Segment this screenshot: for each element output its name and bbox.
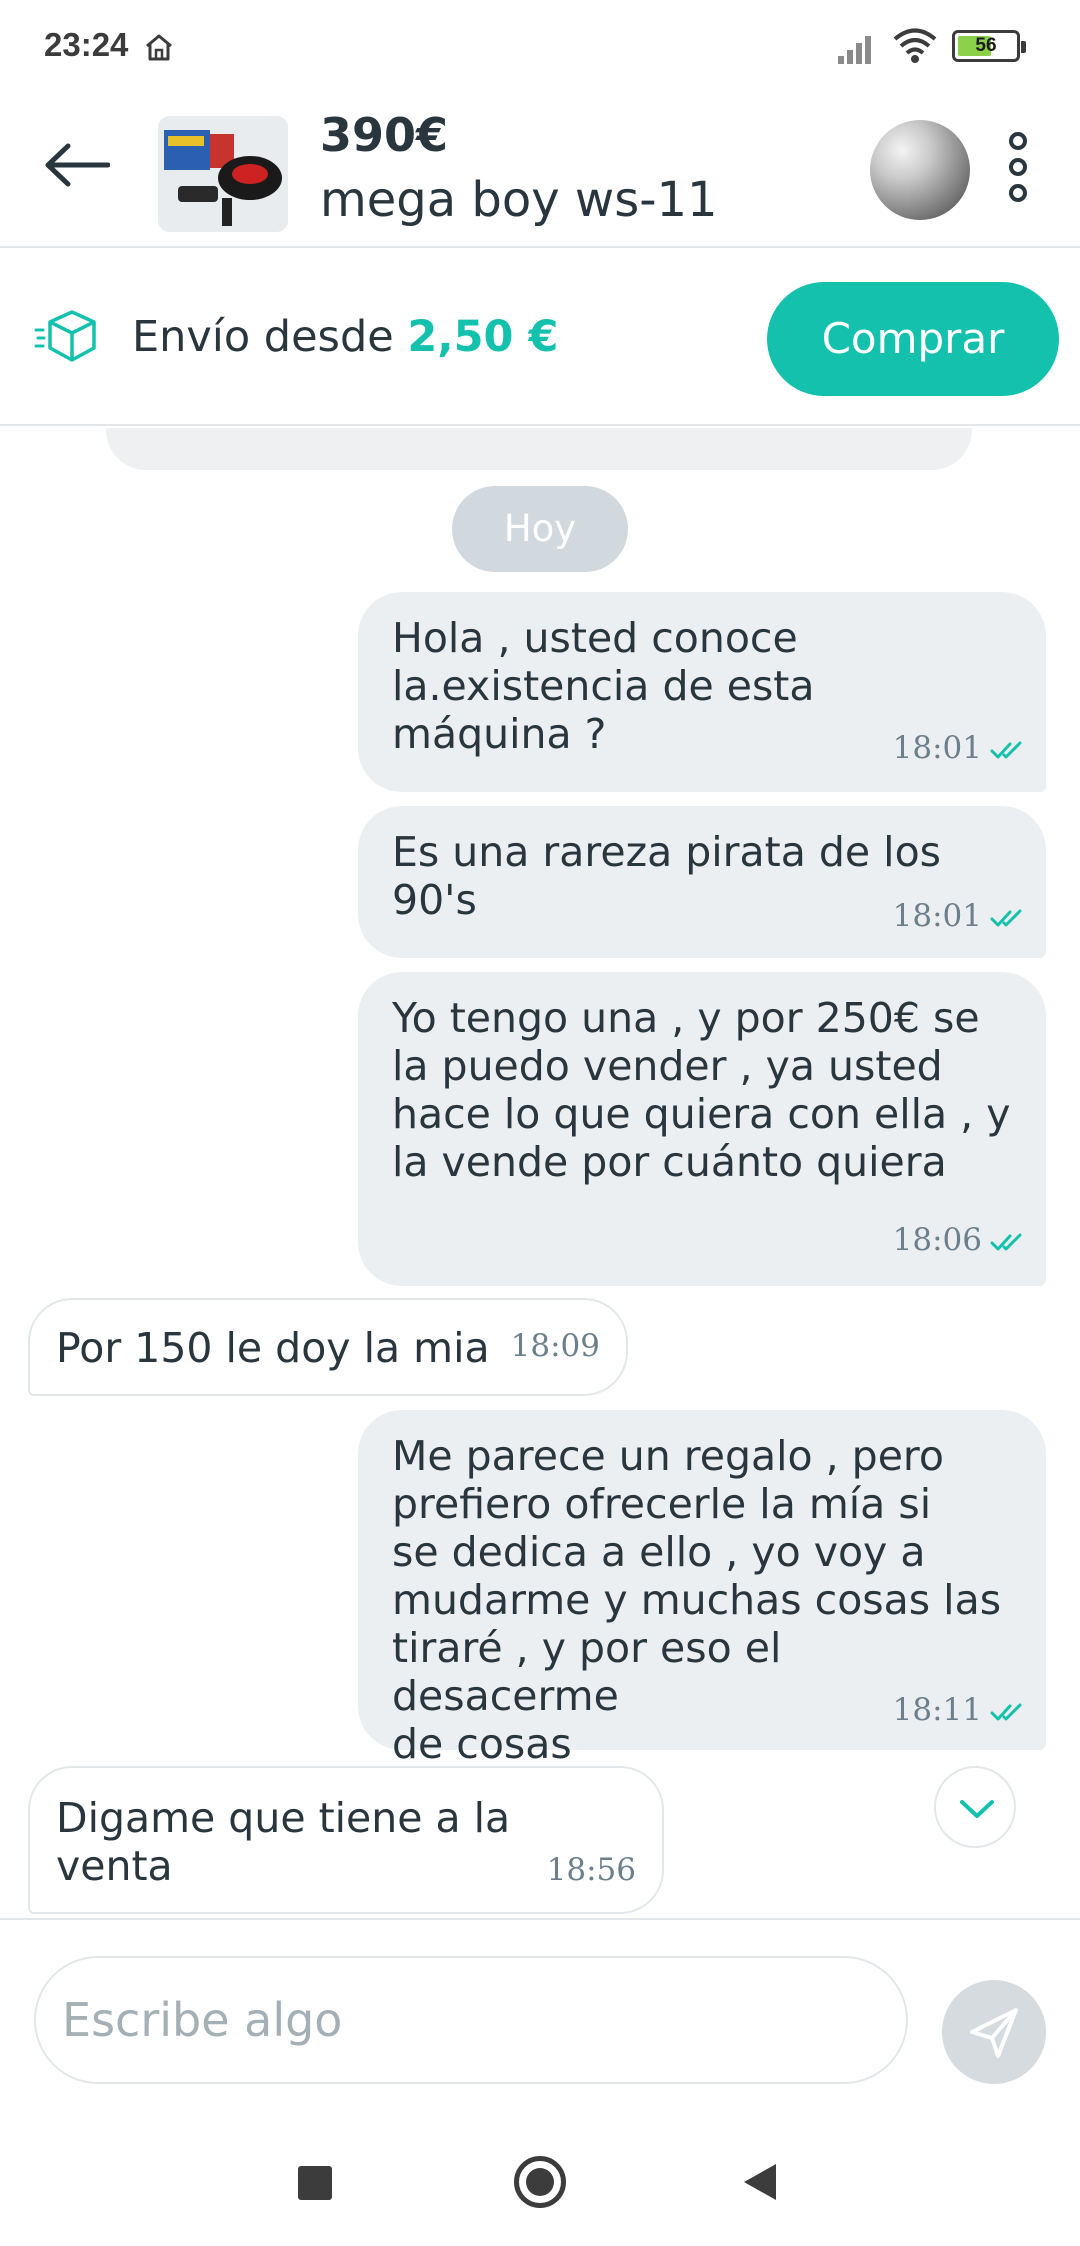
message-meta: 18:01	[893, 892, 1026, 940]
message-input[interactable]	[34, 1956, 908, 2084]
double-check-icon	[990, 909, 1022, 926]
recents-button[interactable]	[298, 2166, 332, 2200]
message-time: 18:01	[892, 730, 982, 766]
battery-level: 56	[975, 35, 997, 56]
signal-icon	[838, 36, 871, 64]
date-separator: Hoy	[452, 486, 628, 572]
home-button[interactable]	[514, 2156, 566, 2208]
arrow-left-icon[interactable]	[44, 142, 110, 188]
message-meta: 18:01	[893, 724, 1026, 772]
chevron-down-icon	[960, 1800, 994, 1818]
system-nav-bar	[0, 2110, 1080, 2246]
message-list[interactable]: Hoy Hola , usted conoce la.existencia de…	[0, 428, 1080, 1918]
message-bubble-incoming[interactable]: Por 150 le doy la mia 18:09	[28, 1298, 628, 1396]
product-thumbnail[interactable]	[158, 116, 288, 232]
product-price: 390€	[320, 108, 449, 162]
status-time: 23:24	[44, 26, 129, 63]
message-bubble-outgoing[interactable]: Yo tengo una , y por 250€ se la puedo ve…	[358, 972, 1046, 1286]
previous-message-bubble	[106, 428, 972, 470]
wifi-icon	[893, 28, 937, 63]
product-title[interactable]: mega boy ws-11	[320, 172, 718, 228]
box-icon	[34, 310, 96, 362]
shipping-price: 2,50 €	[407, 312, 559, 362]
double-check-icon	[990, 741, 1022, 758]
buy-button[interactable]: Comprar	[767, 282, 1059, 396]
kebab-menu-icon[interactable]	[1006, 132, 1030, 208]
message-meta: 18:11	[893, 1686, 1026, 1734]
message-bubble-outgoing[interactable]: Es una rareza pirata de los 90's 18:01	[358, 806, 1046, 958]
product-image	[158, 116, 288, 232]
message-composer	[0, 1918, 1080, 2098]
message-meta: 18:06	[893, 1216, 1026, 1264]
message-time: 18:06	[892, 1222, 982, 1258]
avatar[interactable]	[870, 120, 970, 220]
back-triangle-icon[interactable]	[742, 2162, 778, 2202]
message-time: 18:01	[892, 898, 982, 934]
message-bubble-outgoing[interactable]: Hola , usted conoce la.existencia de est…	[358, 592, 1046, 792]
shipping-bar: Envío desde 2,50 € Comprar	[0, 250, 1080, 426]
message-bubble-outgoing[interactable]: Me parece un regalo , pero prefiero ofre…	[358, 1410, 1046, 1768]
message-time: 18:56	[546, 1852, 636, 1888]
message-time: 18:11	[892, 1692, 982, 1728]
send-button[interactable]	[942, 1980, 1046, 2084]
status-bar: 23:24 56	[0, 0, 1080, 96]
shipping-text: Envío desde 2,50 €	[132, 312, 558, 362]
battery-icon: 56	[952, 30, 1026, 62]
message-bubble-incoming[interactable]: Digame que tiene a la venta 18:56	[28, 1766, 664, 1914]
double-check-icon	[990, 1233, 1022, 1250]
home-icon	[146, 34, 172, 61]
shipping-prefix: Envío desde	[132, 312, 394, 362]
message-time: 18:09	[510, 1328, 600, 1364]
message-text: Yo tengo una , y por 250€ se la puedo ve…	[392, 994, 1011, 1186]
double-check-icon	[990, 1703, 1022, 1720]
send-icon	[970, 2008, 1018, 2058]
scroll-to-bottom-button[interactable]	[934, 1766, 1016, 1848]
chat-header: 390€ mega boy ws-11	[0, 96, 1080, 248]
